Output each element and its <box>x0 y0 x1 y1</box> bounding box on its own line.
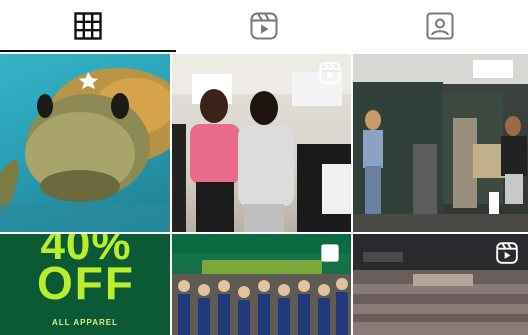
post-thumbnail-group[interactable] <box>172 234 351 335</box>
tagged-icon <box>426 12 454 40</box>
reel-indicator-icon <box>496 242 518 264</box>
profile-tabs <box>0 0 528 52</box>
post-thumbnail-gym[interactable] <box>353 234 528 335</box>
reel-indicator-icon <box>319 62 341 84</box>
promo-headline: OFF <box>37 257 135 309</box>
hallway-image <box>353 54 528 232</box>
post-thumbnail-promo[interactable]: 40% OFF ALL APPAREL <box>0 234 170 335</box>
post-thumbnail-students[interactable] <box>172 54 351 232</box>
post-thumbnail-hallway[interactable] <box>353 54 528 232</box>
posts-grid: 40% OFF ALL APPAREL <box>0 54 528 335</box>
tab-tagged[interactable] <box>352 0 528 52</box>
tab-reels[interactable] <box>176 0 352 52</box>
turtle-image <box>0 68 170 232</box>
reels-icon <box>250 12 278 40</box>
tab-posts-grid[interactable] <box>0 0 176 52</box>
grid-icon <box>74 12 102 40</box>
carousel-indicator-icon <box>321 244 339 262</box>
post-thumbnail-turtle[interactable] <box>0 54 170 232</box>
promo-subtext: ALL APPAREL <box>52 318 118 327</box>
